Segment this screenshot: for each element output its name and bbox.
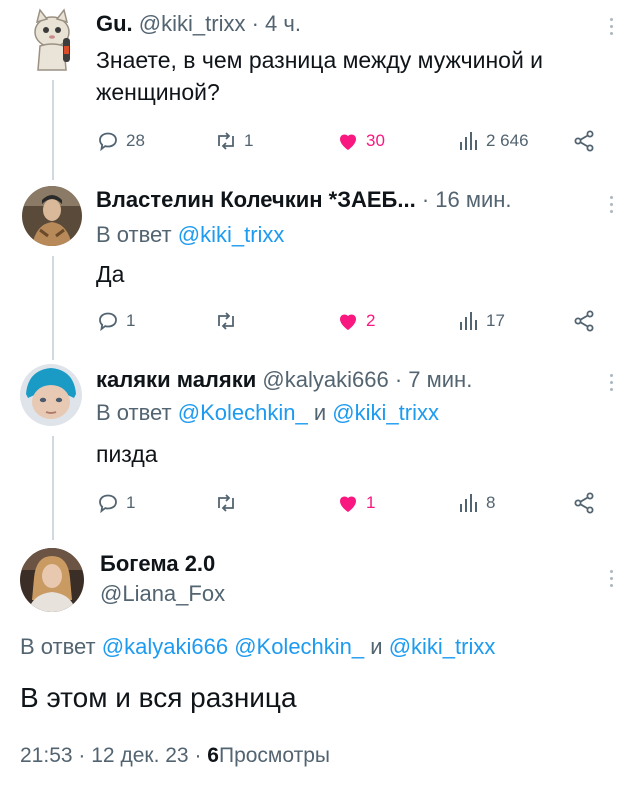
heart-icon	[340, 314, 356, 330]
separator: ·	[78, 744, 86, 767]
author-name[interactable]: Богема 2.0	[100, 550, 225, 578]
tweet[interactable]: Gu. @kiki_trixx · 4 ч. Знаете, в чем раз…	[96, 10, 620, 108]
like-count: 2	[366, 311, 376, 330]
author-name[interactable]: Gu.	[96, 11, 133, 36]
share-button[interactable]	[572, 306, 596, 336]
views-icon	[460, 132, 477, 150]
share-icon	[574, 130, 594, 152]
main-author[interactable]: Богема 2.0 @Liana_Fox	[100, 550, 225, 608]
tweet-meta: 21:53 · 12 дек. 23 · 6Просмотры	[20, 742, 330, 770]
reply-count: 28	[126, 131, 145, 150]
share-button[interactable]	[572, 488, 596, 518]
reply-and: и	[313, 400, 327, 425]
reply-mention[interactable]: @Kolechkin_	[234, 634, 364, 659]
retweet-button[interactable]	[214, 488, 244, 518]
action-bar: 28 1 30 2 646	[96, 126, 616, 156]
author-name[interactable]: Властелин Колечкин *ЗАЕБ...	[96, 187, 416, 212]
views-count: 8	[486, 493, 496, 512]
like-button[interactable]: 30	[336, 126, 385, 156]
tweet[interactable]: Властелин Колечкин *ЗАЕБ... · 16 мин. В …	[96, 186, 620, 290]
retweet-icon	[218, 494, 234, 512]
reply-button[interactable]: 1	[96, 306, 135, 336]
avatar[interactable]	[20, 548, 84, 612]
reply-context: В ответ @kiki_trixx	[96, 220, 620, 250]
reply-mention[interactable]: @Kolechkin_	[178, 400, 308, 425]
share-icon	[574, 492, 594, 514]
share-button[interactable]	[572, 126, 596, 156]
retweet-icon	[218, 132, 234, 150]
main-tweet-text: В этом и вся разница	[20, 682, 297, 713]
retweet-icon	[218, 312, 234, 330]
heart-icon	[340, 134, 356, 150]
author-handle[interactable]: @Liana_Fox	[100, 580, 225, 608]
tweet-time[interactable]: 7 мин.	[408, 367, 472, 392]
separator: ·	[251, 11, 259, 36]
tweet-time[interactable]: 21:53	[20, 744, 73, 767]
reply-prefix: В ответ	[96, 222, 172, 247]
tweet[interactable]: каляки маляки @kalyaki666 · 7 мин. В отв…	[96, 366, 620, 470]
views-count: 17	[486, 311, 505, 330]
reply-prefix: В ответ	[20, 634, 96, 659]
separator: ·	[421, 187, 430, 212]
views-icon	[460, 312, 477, 330]
action-bar: 1 2 17	[96, 306, 616, 336]
retweet-button[interactable]: 1	[214, 126, 253, 156]
tweet-text: Знаете, в чем разница между мужчиной и ж…	[96, 47, 544, 105]
reply-count: 1	[126, 311, 136, 330]
views-count: 2 646	[486, 131, 529, 150]
avatar[interactable]	[20, 364, 82, 426]
views-button[interactable]: 8	[456, 488, 495, 518]
author-handle[interactable]: @kalyaki666	[262, 367, 388, 392]
reply-context: В ответ @kalyaki666 @Kolechkin_ и @kiki_…	[20, 632, 495, 662]
reply-icon	[99, 312, 117, 332]
share-icon	[574, 310, 594, 332]
like-button[interactable]: 2	[336, 306, 375, 336]
tweet-time[interactable]: 16 мин.	[435, 187, 511, 212]
avatar[interactable]	[22, 186, 82, 246]
reply-button[interactable]: 28	[96, 126, 145, 156]
reply-context: В ответ @Kolechkin_ и @kiki_trixx	[96, 398, 620, 428]
reply-icon	[99, 494, 117, 514]
retweet-count: 1	[244, 131, 254, 150]
views-button[interactable]: 17	[456, 306, 505, 336]
reply-mention[interactable]: @kiki_trixx	[332, 400, 439, 425]
author-name[interactable]: каляки маляки	[96, 367, 256, 392]
retweet-button[interactable]	[214, 306, 244, 336]
more-icon[interactable]	[608, 570, 614, 587]
thread-line	[52, 436, 54, 540]
heart-icon	[340, 496, 356, 512]
like-count: 1	[366, 493, 376, 512]
reply-button[interactable]: 1	[96, 488, 135, 518]
tweet-text: Да	[96, 261, 125, 287]
tweet-date[interactable]: 12 дек. 23	[91, 744, 188, 767]
separator: ·	[394, 367, 403, 392]
author-handle[interactable]: @kiki_trixx	[139, 11, 246, 36]
tweet-text: пизда	[96, 441, 158, 467]
like-count: 30	[366, 131, 385, 150]
reply-icon	[99, 132, 117, 152]
reply-mention[interactable]: @kiki_trixx	[389, 634, 496, 659]
views-count: 6	[207, 744, 219, 767]
separator: ·	[194, 744, 202, 767]
views-icon	[460, 494, 477, 512]
reply-prefix: В ответ	[96, 400, 172, 425]
reply-mention[interactable]: @kalyaki666	[102, 634, 228, 659]
avatar[interactable]	[24, 8, 80, 74]
like-button[interactable]: 1	[336, 488, 375, 518]
views-label[interactable]: Просмотры	[219, 744, 330, 767]
reply-mention[interactable]: @kiki_trixx	[178, 222, 285, 247]
reply-and: и	[370, 634, 383, 659]
reply-count: 1	[126, 493, 136, 512]
action-bar: 1 1 8	[96, 488, 616, 518]
thread-line	[52, 256, 54, 360]
views-button[interactable]: 2 646	[456, 126, 529, 156]
thread-line	[52, 80, 54, 180]
tweet-time[interactable]: 4 ч.	[265, 11, 301, 36]
